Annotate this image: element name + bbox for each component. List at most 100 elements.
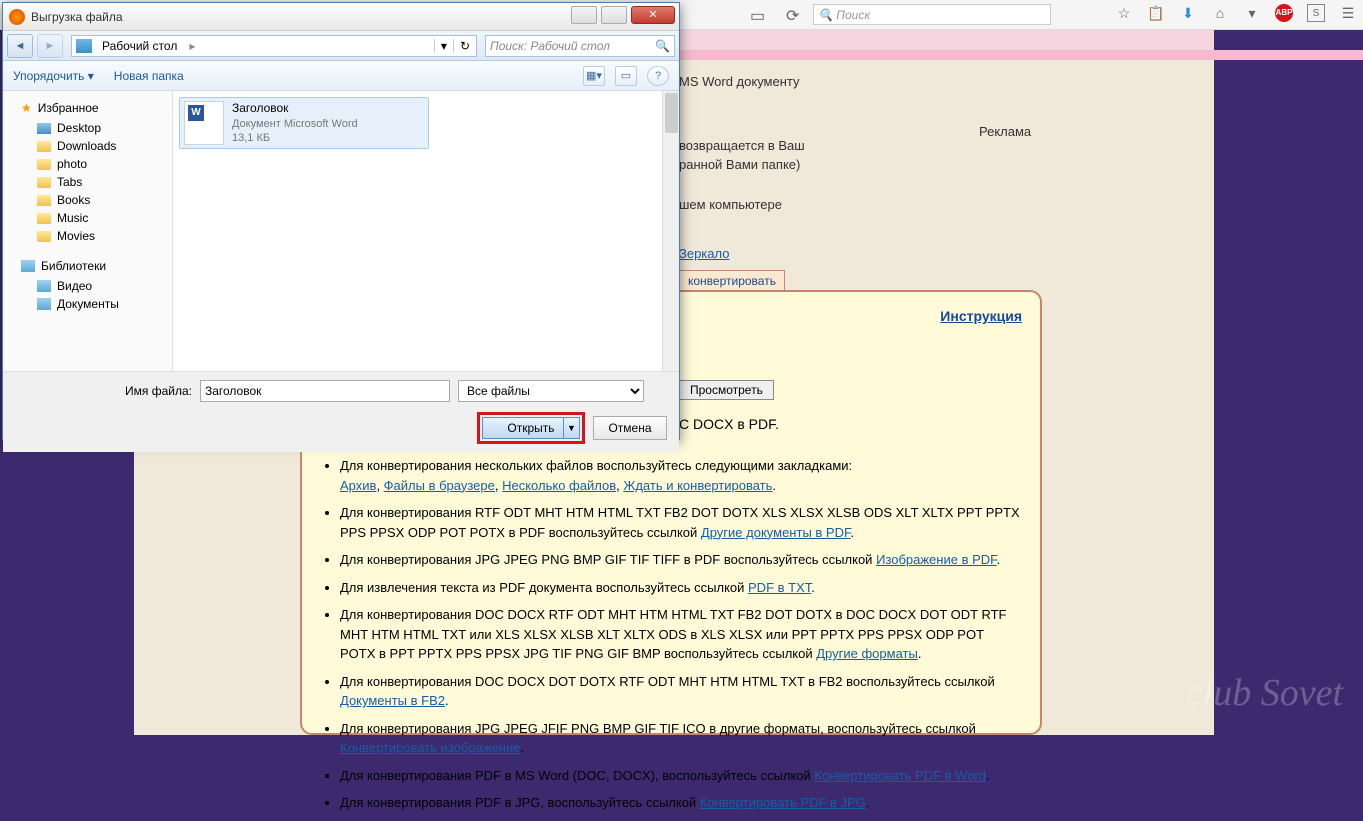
convert-tab[interactable]: конвертировать bbox=[679, 270, 785, 292]
chevron-down-icon[interactable]: ▾ bbox=[434, 39, 453, 53]
list-item: Для конвертирования DOC DOCX RTF ODT MHT… bbox=[340, 605, 1020, 664]
sidebar-item-Видео[interactable]: Видео bbox=[3, 277, 172, 295]
pocket-icon[interactable]: ▾ bbox=[1243, 4, 1261, 22]
link[interactable]: Ждать и конвертировать bbox=[623, 478, 772, 493]
sidebar-item-movies[interactable]: Movies bbox=[3, 227, 172, 245]
open-split-chevron-icon[interactable]: ▼ bbox=[563, 418, 579, 438]
list-item: Для конвертирования PDF в JPG, воспользу… bbox=[340, 793, 1020, 813]
instruction-link[interactable]: Инструкция bbox=[940, 308, 1022, 324]
link[interactable]: Файлы в браузере bbox=[384, 478, 495, 493]
sidebar-item-photo[interactable]: photo bbox=[3, 155, 172, 173]
partial-line-2: ранной Вами папке) bbox=[679, 155, 1034, 175]
conversion-options-list: Для конвертирования нескольких файлов во… bbox=[320, 456, 1020, 821]
list-item: Для конвертирования DOC DOCX DOT DOTX RT… bbox=[340, 672, 1020, 711]
dialog-search-input[interactable]: Поиск: Рабочий стол 🔍 bbox=[485, 35, 675, 57]
organize-menu[interactable]: Упорядочить ▾ bbox=[13, 69, 94, 83]
site-partial-text: MS Word документу возвращается в Ваш ран… bbox=[679, 62, 1034, 264]
link[interactable]: Архив bbox=[340, 478, 376, 493]
watermark: club Sovet bbox=[1186, 671, 1343, 715]
folder-icon bbox=[37, 195, 51, 206]
breadcrumb[interactable]: Рабочий стол ▸ ▾ ↻ bbox=[71, 35, 477, 57]
list-item: Для конвертирования JPG JPEG JFIF PNG BM… bbox=[340, 719, 1020, 758]
list-item: Для конвертирования нескольких файлов во… bbox=[340, 456, 1020, 495]
link[interactable]: Конвертировать PDF в JPG bbox=[700, 795, 866, 810]
download-icon[interactable]: ⬇ bbox=[1179, 4, 1197, 22]
link[interactable]: Другие форматы bbox=[816, 646, 918, 661]
close-button[interactable]: ✕ bbox=[631, 6, 675, 24]
home-icon[interactable]: ⌂ bbox=[1211, 4, 1229, 22]
mirror-link[interactable]: Зеркало bbox=[679, 246, 729, 261]
folder-icon bbox=[37, 231, 51, 242]
partial-line-0: MS Word документу bbox=[679, 72, 1034, 92]
breadcrumb-seg[interactable]: Рабочий стол bbox=[96, 39, 183, 53]
link[interactable]: Изображение в PDF bbox=[876, 552, 997, 567]
new-folder-button[interactable]: Новая папка bbox=[114, 69, 184, 83]
file-size: 13,1 КБ bbox=[232, 131, 358, 145]
star-icon[interactable]: ☆ bbox=[1115, 4, 1133, 22]
link[interactable]: PDF в TXT bbox=[748, 580, 811, 595]
maximize-button[interactable] bbox=[601, 6, 627, 24]
search-icon: 🔍 bbox=[655, 39, 670, 53]
view-mode-button[interactable]: ▦▾ bbox=[583, 66, 605, 86]
scrollbar[interactable] bbox=[662, 91, 679, 371]
open-button-highlight: Открыть ▼ bbox=[477, 412, 585, 444]
filename-label: Имя файла: bbox=[125, 384, 192, 398]
forward-button[interactable]: ► bbox=[37, 34, 63, 58]
star-icon: ★ bbox=[21, 101, 32, 115]
ad-label: Реклама bbox=[979, 122, 1031, 142]
clipboard-icon[interactable]: 📋 bbox=[1147, 4, 1165, 22]
search-icon: 🔍 bbox=[818, 8, 833, 22]
reload-icon[interactable]: ⟳ bbox=[786, 6, 799, 26]
filetype-select[interactable]: Все файлы bbox=[458, 380, 644, 402]
folder-icon bbox=[37, 141, 51, 152]
help-button[interactable]: ? bbox=[647, 66, 669, 86]
file-list-area[interactable]: Заголовок Документ Microsoft Word 13,1 К… bbox=[173, 91, 679, 371]
link[interactable]: Несколько файлов bbox=[502, 478, 616, 493]
sidebar-item-tabs[interactable]: Tabs bbox=[3, 173, 172, 191]
chevron-right-icon[interactable]: ▸ bbox=[183, 39, 201, 53]
firefox-icon bbox=[9, 9, 25, 25]
file-name: Заголовок bbox=[232, 101, 358, 117]
file-upload-dialog: Выгрузка файла ✕ ◄ ► Рабочий стол ▸ ▾ ↻ … bbox=[2, 2, 680, 440]
partial-line-3: шем компьютере bbox=[679, 195, 1034, 215]
reader-icon[interactable]: ▭ bbox=[750, 6, 765, 26]
folder-icon bbox=[37, 213, 51, 224]
open-button[interactable]: Открыть ▼ bbox=[482, 417, 580, 439]
dialog-search-placeholder: Поиск: Рабочий стол bbox=[490, 39, 610, 53]
sidebar-item-books[interactable]: Books bbox=[3, 191, 172, 209]
readability-icon[interactable]: S bbox=[1307, 4, 1325, 22]
refresh-icon[interactable]: ↻ bbox=[453, 39, 476, 53]
abp-icon[interactable]: ABP bbox=[1275, 4, 1293, 22]
list-item: Для конвертирования RTF ODT MHT HTM HTML… bbox=[340, 503, 1020, 542]
view-button[interactable]: Просмотреть bbox=[679, 380, 774, 400]
file-item-selected[interactable]: Заголовок Документ Microsoft Word 13,1 К… bbox=[179, 97, 429, 149]
folder-icon bbox=[37, 159, 51, 170]
sidebar-item-music[interactable]: Music bbox=[3, 209, 172, 227]
dialog-toolbar: Упорядочить ▾ Новая папка ▦▾ ▭ ? bbox=[3, 61, 679, 91]
sidebar-libraries[interactable]: Библиотеки bbox=[3, 255, 172, 277]
cancel-button[interactable]: Отмена bbox=[593, 416, 667, 440]
sidebar-favorites[interactable]: ★Избранное bbox=[3, 97, 172, 119]
link[interactable]: Конвертировать PDF в Word bbox=[814, 768, 986, 783]
link[interactable]: Другие документы в PDF bbox=[701, 525, 851, 540]
dialog-nav-bar: ◄ ► Рабочий стол ▸ ▾ ↻ Поиск: Рабочий ст… bbox=[3, 31, 679, 61]
scrollbar-thumb[interactable] bbox=[665, 93, 678, 133]
sidebar-item-downloads[interactable]: Downloads bbox=[3, 137, 172, 155]
filename-input[interactable] bbox=[200, 380, 450, 402]
back-button[interactable]: ◄ bbox=[7, 34, 33, 58]
folder-icon bbox=[37, 123, 51, 134]
dialog-footer: Имя файла: Все файлы Открыть ▼ Отмена bbox=[3, 371, 679, 452]
search-input[interactable]: 🔍 Поиск bbox=[813, 4, 1051, 25]
minimize-button[interactable] bbox=[571, 6, 597, 24]
folder-icon bbox=[37, 177, 51, 188]
dialog-titlebar[interactable]: Выгрузка файла ✕ bbox=[3, 3, 679, 31]
link[interactable]: Документы в FB2 bbox=[340, 693, 445, 708]
search-placeholder: Поиск bbox=[836, 8, 870, 22]
library-icon bbox=[21, 260, 35, 272]
sidebar-item-desktop[interactable]: Desktop bbox=[3, 119, 172, 137]
preview-pane-button[interactable]: ▭ bbox=[615, 66, 637, 86]
list-item: Для конвертирования JPG JPEG PNG BMP GIF… bbox=[340, 550, 1020, 570]
link[interactable]: Конвертировать изображение bbox=[340, 740, 520, 755]
sidebar-item-Документы[interactable]: Документы bbox=[3, 295, 172, 313]
hamburger-icon[interactable]: ☰ bbox=[1339, 4, 1357, 22]
